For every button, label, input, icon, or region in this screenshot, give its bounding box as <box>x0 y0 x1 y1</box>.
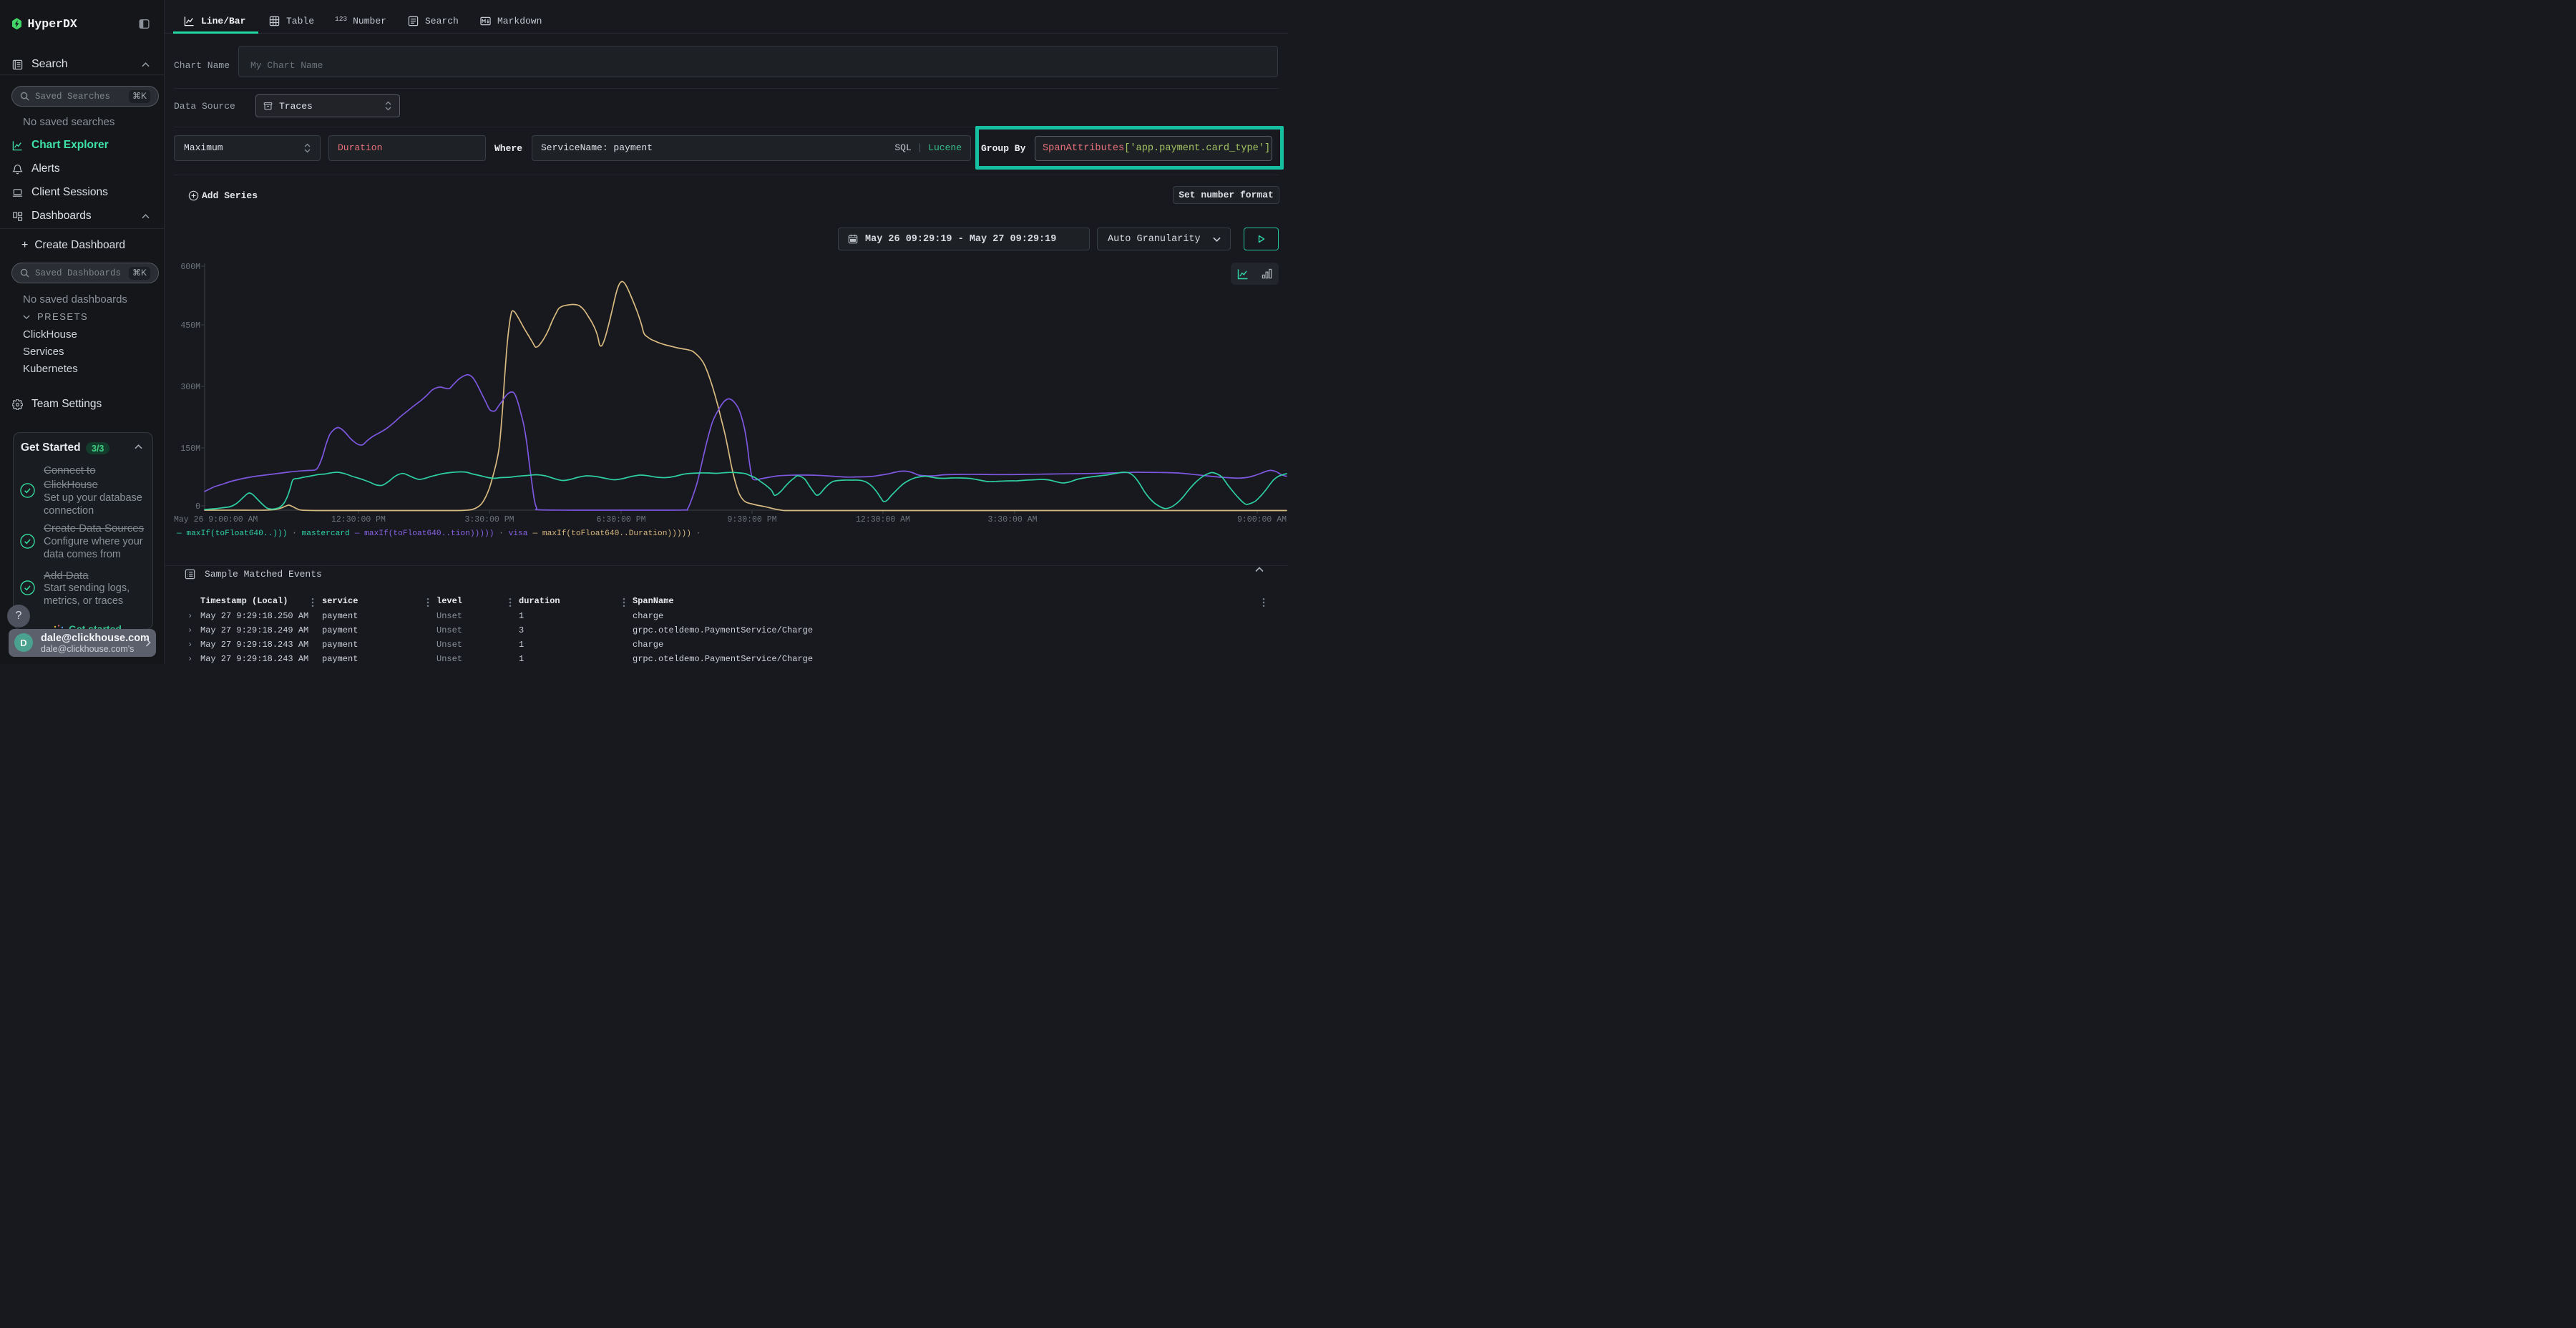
svg-text:450M: 450M <box>180 321 200 331</box>
svg-text:600M: 600M <box>180 263 200 272</box>
svg-text:9:30:00 PM: 9:30:00 PM <box>727 515 776 524</box>
svg-text:12:30:00 AM: 12:30:00 AM <box>856 515 910 524</box>
svg-text:3:30:00 AM: 3:30:00 AM <box>987 515 1037 524</box>
svg-text:6:30:00 PM: 6:30:00 PM <box>596 515 645 524</box>
svg-text:9:00:00 AM: 9:00:00 AM <box>1237 515 1287 524</box>
svg-text:May 26 9:00:00 AM: May 26 9:00:00 AM <box>174 515 258 524</box>
svg-text:150M: 150M <box>180 444 200 454</box>
svg-text:12:30:00 PM: 12:30:00 PM <box>331 515 386 524</box>
svg-text:0: 0 <box>195 502 200 512</box>
svg-text:300M: 300M <box>180 383 200 392</box>
svg-text:3:30:00 PM: 3:30:00 PM <box>464 515 514 524</box>
